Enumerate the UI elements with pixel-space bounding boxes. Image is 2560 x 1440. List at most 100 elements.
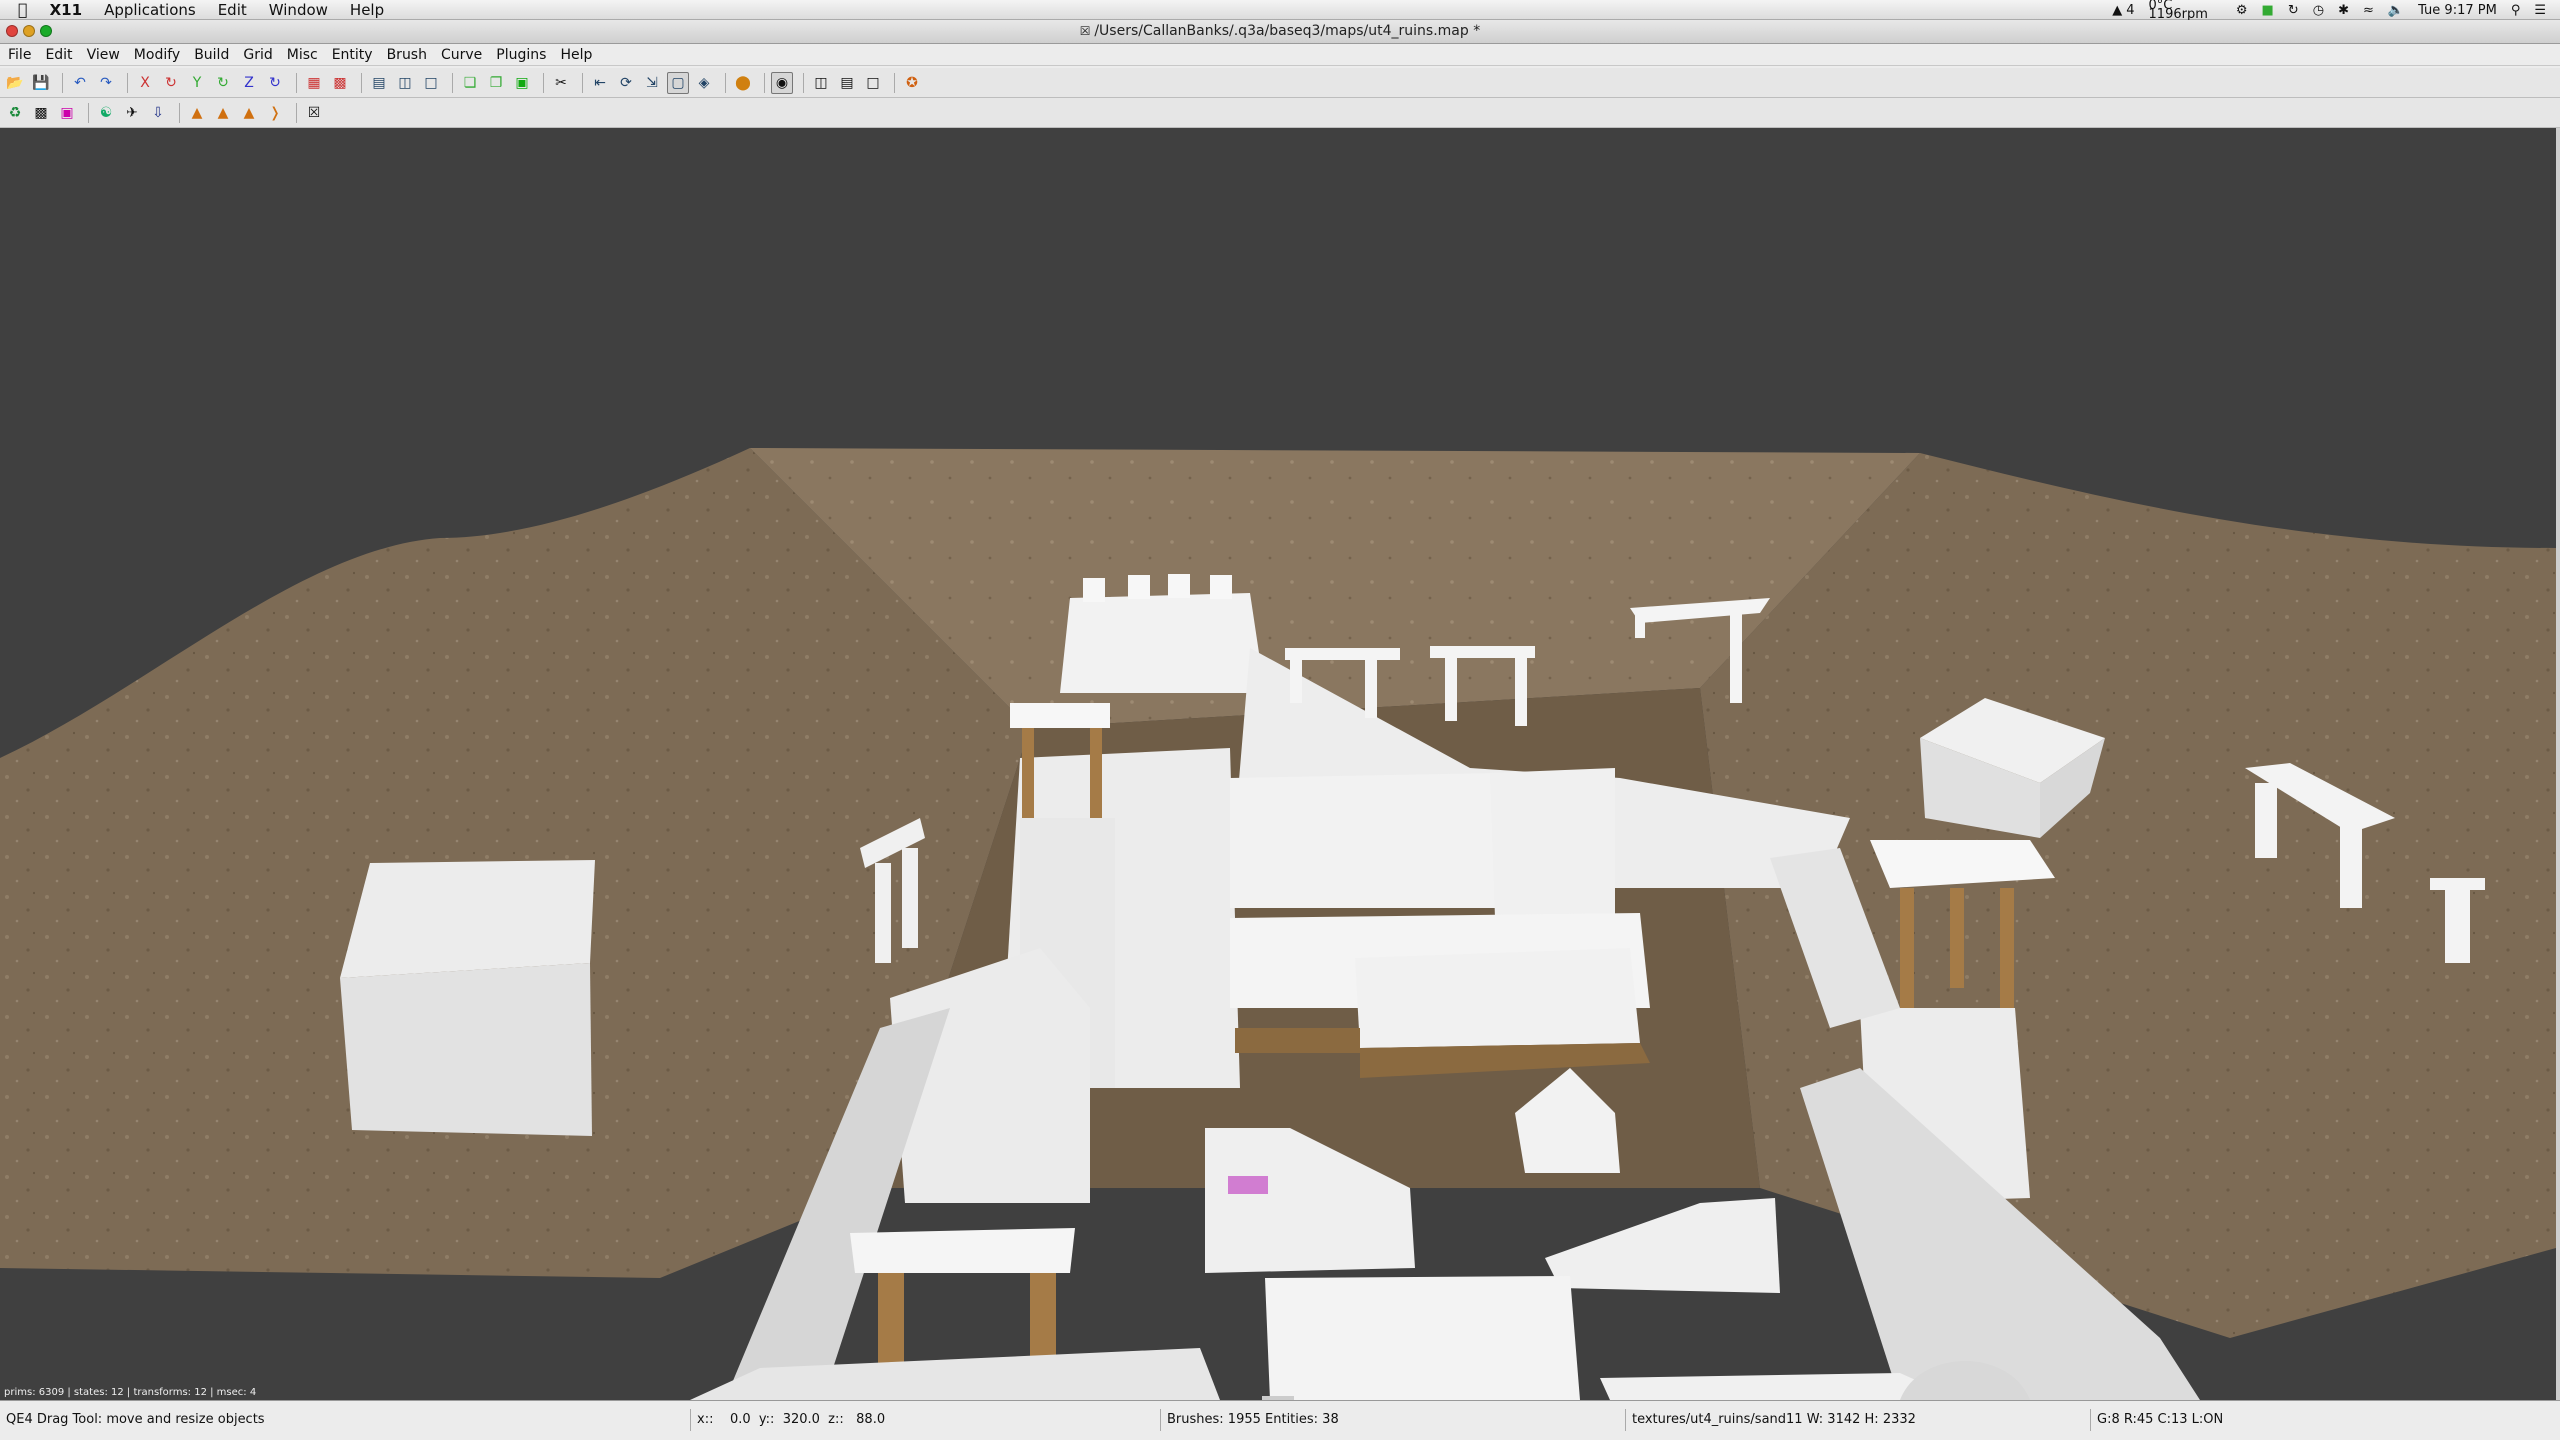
plugin-icon[interactable]: ✪ [901,72,923,94]
toolbar-separator [127,72,128,93]
save-icon[interactable]: 💾 [30,72,52,94]
view-layout-icon[interactable]: ◫ [810,72,832,94]
scale-tool-icon[interactable]: ⇲ [641,72,663,94]
wifi-icon[interactable]: ≈ [2363,3,2374,18]
patch-icon[interactable]: ⬤ [732,72,754,94]
menu-view[interactable]: View [87,47,120,63]
menu-modify[interactable]: Modify [134,47,180,63]
drag-tool-icon[interactable]: ▢ [667,71,689,94]
prefab-icon[interactable]: ☯ [95,102,117,124]
rotate-z-icon[interactable]: ↻ [264,72,286,94]
open-icon[interactable]: 📂 [4,72,26,94]
status-counts: Brushes: 1955 Entities: 38 [1160,1409,1625,1431]
cat2-icon[interactable]: ▲ [212,102,234,124]
view-layout3-icon[interactable]: □ [862,72,884,94]
center-building-door [1228,1176,1268,1194]
texture-view-icon[interactable]: □ [420,72,442,94]
toolbar-separator [725,72,726,93]
menu-entity[interactable]: Entity [332,47,373,63]
redo-icon[interactable]: ↷ [95,72,117,94]
cat3-icon[interactable]: ▲ [238,102,260,124]
rotate-tool-icon[interactable]: ⟳ [615,72,637,94]
bracket-icon[interactable]: ❭ [264,102,286,124]
toolbar-separator [296,72,297,93]
undo-icon[interactable]: ↶ [69,72,91,94]
menu-window[interactable]: Window [269,1,328,19]
csg-merge-icon[interactable]: ▩ [329,72,351,94]
box-left-front [340,963,592,1136]
apple-icon[interactable]:  [18,0,28,19]
csg-subtract-icon[interactable]: ▦ [303,72,325,94]
select-icon[interactable]: ⇤ [589,72,611,94]
wood-trim-1 [1235,1028,1360,1053]
spotlight-icon[interactable]: ⚲ [2511,3,2521,18]
window-titlebar[interactable]: ☒ /Users/CallanBanks/.q3a/baseq3/maps/ut… [0,20,2560,44]
arrow-down-icon[interactable]: ⇩ [147,102,169,124]
window-title: ☒ /Users/CallanBanks/.q3a/baseq3/maps/ut… [1079,23,1481,39]
bluetooth-icon[interactable]: ✱ [2338,3,2349,18]
sync-icon[interactable]: ↻ [2288,3,2299,18]
menu-help[interactable]: Help [560,47,592,63]
menu-applications[interactable]: Applications [104,1,196,19]
render-stats: prims: 6309 | states: 12 | transforms: 1… [4,1387,257,1398]
status-coords: x:: 0.0 y:: 320.0 z:: 88.0 [690,1409,1160,1431]
toolbar-separator [361,72,362,93]
rotate-x-icon[interactable]: ↻ [160,72,182,94]
toolbar-separator [543,72,544,93]
menu-grid[interactable]: Grid [243,47,272,63]
view-front-icon[interactable]: ◫ [394,72,416,94]
menu-build[interactable]: Build [194,47,229,63]
adobe-count: 4 [2126,2,2135,18]
menu-plugins[interactable]: Plugins [496,47,546,63]
main-toolbar: 📂 💾 ↶ ↷ X ↻ Y ↻ Z ↻ ▦ ▩ ▤ ◫ □ ❏ ❐ ▣ ✂ ⇤ … [0,68,2560,98]
close-box-icon[interactable]: ☒ [303,102,325,124]
status-grid: G:8 R:45 C:13 L:ON [2090,1409,2560,1431]
time-machine-icon[interactable]: ◷ [2313,3,2324,18]
system-menubar:  X11 Applications Edit Window Help ▲ 4 … [0,0,2560,21]
flip-x-icon[interactable]: X [134,72,156,94]
viewport-splitter[interactable] [2556,128,2560,1400]
toolbar-separator [803,72,804,93]
menu-brush[interactable]: Brush [387,47,427,63]
camera-viewport[interactable]: prims: 6309 | states: 12 | transforms: 1… [0,128,2556,1400]
left-tower-column-1 [1022,728,1034,818]
clipper-icon[interactable]: ✂ [550,72,572,94]
show-curves-icon[interactable]: ◉ [771,71,793,94]
view-change-icon[interactable]: ▤ [368,72,390,94]
menu-help[interactable]: Help [350,1,384,19]
toolbar-separator [452,72,453,93]
brush-clean-icon[interactable]: ▩ [30,102,52,124]
main-block-right [1490,768,1615,918]
ufo-icon[interactable]: ✈ [121,102,143,124]
flip-z-icon[interactable]: Z [238,72,260,94]
weather-widget[interactable]: 0°C 1196rpm [2149,0,2222,21]
entity-icon[interactable]: ▣ [511,72,533,94]
menu-misc[interactable]: Misc [287,47,318,63]
toolbar-separator [88,102,89,123]
steam-icon[interactable]: ⚙ [2236,3,2248,18]
battery-app-icon[interactable]: ■ [2262,3,2274,18]
menu-curve[interactable]: Curve [441,47,482,63]
menu-edit[interactable]: Edit [45,47,72,63]
status-bar: QE4 Drag Tool: move and resize objects x… [0,1400,2560,1440]
scene-render [0,448,2556,1400]
camera-icon[interactable]: ❐ [485,72,507,94]
menu-file[interactable]: File [8,47,31,63]
menu-app-name[interactable]: X11 [50,1,82,19]
notifications-icon[interactable]: ☰ [2534,3,2546,18]
volume-icon[interactable]: 🔈 [2388,3,2404,18]
bobtoolz-icon[interactable]: ♻ [4,102,26,124]
vertex-tool-icon[interactable]: ◈ [693,72,715,94]
cube-clip-icon[interactable]: ❏ [459,72,481,94]
status-tray: ▲ 4 0°C 1196rpm ⚙ ■ ↻ ◷ ✱ ≈ 🔈 Tue 9:17 P… [2112,0,2560,21]
flip-y-icon[interactable]: Y [186,72,208,94]
menu-edit[interactable]: Edit [218,1,247,19]
cat-icon[interactable]: ▲ [186,102,208,124]
view-layout2-icon[interactable]: ▤ [836,72,858,94]
adobe-icon[interactable]: ▲ [2112,3,2122,18]
clock[interactable]: Tue 9:17 PM [2418,3,2497,18]
box-left-top [340,860,595,978]
rotate-y-icon[interactable]: ↻ [212,72,234,94]
splitter-icon[interactable]: ▣ [56,102,78,124]
lower-wall [1355,948,1640,1048]
